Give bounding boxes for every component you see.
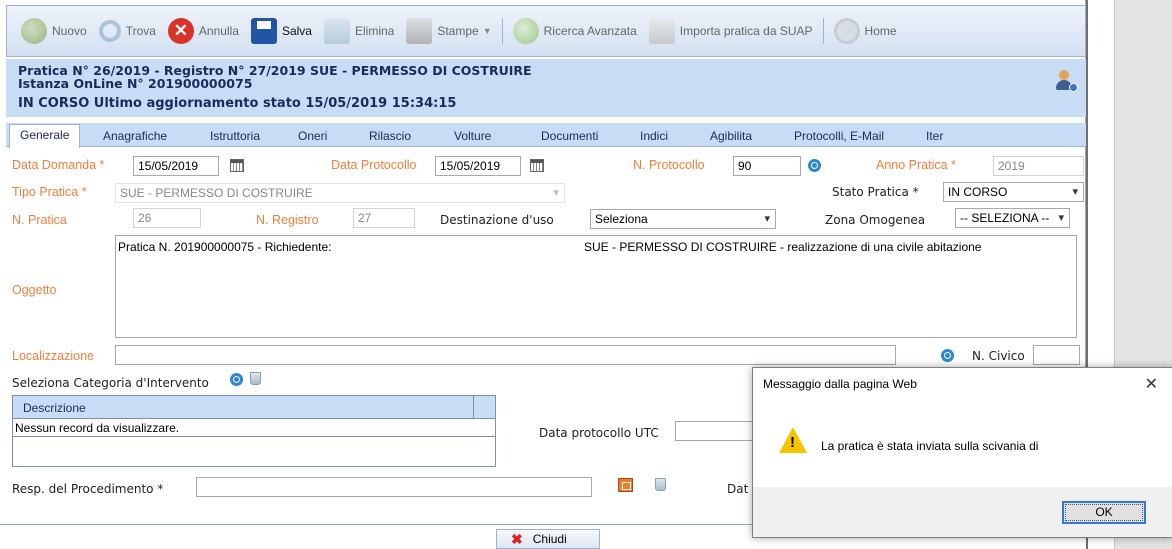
tipo-pratica-label: Tipo Pratica * [12,185,87,199]
trash-icon [323,18,350,44]
dialog-message: La pratica è stata inviata sulla scivani… [821,439,1039,453]
calendar-icon[interactable] [230,159,244,172]
search-icon [98,20,121,42]
calendar-icon[interactable] [530,159,544,172]
oggetto-text-right: SUE - PERMESSO DI COSTRUIRE - realizzazi… [584,240,982,254]
organization-icon[interactable] [618,478,633,492]
n-civico-label: N. Civico [972,349,1025,363]
tab-indici[interactable]: Indici [640,127,668,147]
n-pratica-label: N. Pratica [12,213,67,227]
anno-pratica-label: Anno Pratica * [876,158,956,172]
save-icon [250,18,277,44]
tipo-pratica-select[interactable]: SUE - PERMESSO DI COSTRUIRE [115,183,565,203]
tab-agibilita[interactable]: Agibilita [710,127,752,147]
n-protocollo-field[interactable]: 90 [733,156,801,176]
zona-omogenea-label: Zona Omogenea [825,213,926,227]
data-label-partial: Dat [727,482,749,496]
cancel-icon: ✕ [167,18,194,44]
data-utc-field[interactable] [675,421,755,441]
tab-oneri[interactable]: Oneri [298,127,327,147]
trash-icon[interactable] [250,372,261,385]
data-domanda-label: Data Domanda * [12,158,105,172]
toolbar: Nuovo Trova ✕ Annulla Salva Elimina Stamp… [6,5,1086,57]
message-dialog: Messaggio dalla pagina Web ✕ ! La pratic… [752,367,1172,538]
save-button[interactable]: Salva [245,11,318,51]
toolbar-separator [501,18,503,44]
import-suap-button[interactable]: Importa pratica da SUAP [643,11,819,51]
print-icon [406,18,433,44]
search-icon[interactable] [941,349,954,362]
n-protocollo-label: N. Protocollo [633,158,705,172]
data-protocollo-field[interactable]: 15/05/2019 [435,156,521,176]
tab-protocolli[interactable]: Protocolli, E-Mail [794,127,884,147]
data-domanda-field[interactable]: 15/05/2019 [133,156,219,176]
grid-header: Descrizione [13,396,495,419]
tab-rilascio[interactable]: Rilascio [369,127,411,147]
resp-procedimento-label: Resp. del Procedimento * [12,482,164,496]
ok-button[interactable]: OK [1062,501,1146,524]
practice-header: Pratica N° 26/2019 - Registro N° 27/2019… [6,59,1086,117]
n-registro-field[interactable]: 27 [353,208,415,228]
tab-istruttoria[interactable]: Istruttoria [210,127,260,147]
localizzazione-label: Localizzazione [12,349,94,363]
tab-anagrafiche[interactable]: Anagrafiche [103,127,167,147]
home-button[interactable]: Home [828,11,903,51]
close-icon: ✖ [511,530,523,547]
delete-button[interactable]: Elimina [318,11,400,51]
home-icon [833,18,860,44]
tab-volture[interactable]: Volture [454,127,491,147]
close-button[interactable]: ✖ Chiudi [496,529,600,549]
search-icon[interactable] [230,373,243,386]
chevron-down-icon: ▼ [482,26,492,36]
dialog-close-icon[interactable]: ✕ [1145,374,1158,394]
destinazione-label: Destinazione d'uso [440,213,554,227]
stato-pratica-select[interactable]: IN CORSO [943,182,1084,202]
user-info-icon[interactable] [1056,70,1078,92]
oggetto-text-left: Pratica N. 201900000075 - Richiedente: [118,240,332,254]
data-utc-label: Data protocollo UTC [539,426,659,440]
grid-empty-row: Nessun record da visualizzare. [13,419,495,437]
import-icon [648,18,675,44]
search-icon[interactable] [808,159,821,172]
toolbar-separator [822,18,824,44]
oggetto-label: Oggetto [12,283,57,297]
categoria-grid: Descrizione Nessun record da visualizzar… [12,395,496,467]
data-protocollo-label: Data Protocollo [331,158,417,172]
resp-procedimento-field[interactable] [196,477,592,497]
zona-omogenea-select[interactable]: -- SELEZIONA -- [955,208,1070,228]
tab-bar: Generale Anagrafiche Istruttoria Oneri R… [6,123,1086,148]
header-status: IN CORSO Ultimo aggiornamento stato 15/0… [18,96,457,111]
oggetto-textarea[interactable]: Pratica N. 201900000075 - Richiedente: S… [115,235,1077,338]
n-registro-label: N. Registro [256,213,319,227]
tab-generale[interactable]: Generale [9,124,81,148]
stato-pratica-label: Stato Pratica * [832,185,919,199]
anno-pratica-field[interactable]: 2019 [993,156,1084,176]
n-civico-field[interactable] [1033,345,1080,365]
new-button[interactable]: Nuovo [15,11,93,51]
advanced-search-button[interactable]: Ricerca Avanzata [507,11,643,51]
find-button[interactable]: Trova [93,11,162,51]
tab-iter[interactable]: Iter [926,127,943,147]
advanced-search-icon [512,18,539,44]
destinazione-select[interactable]: Seleziona [590,209,776,229]
add-icon [21,18,47,44]
dialog-title: Messaggio dalla pagina Web [763,377,917,391]
cancel-button[interactable]: ✕ Annulla [162,11,245,51]
header-instance: Istanza OnLine N° 201900000075 [18,76,253,91]
trash-icon[interactable] [655,478,666,491]
categoria-label: Seleziona Categoria d'Intervento [12,376,209,390]
localizzazione-field[interactable] [115,345,896,365]
tab-documenti[interactable]: Documenti [541,127,598,147]
print-button[interactable]: Stampe ▼ [400,11,497,51]
grid-column-descrizione[interactable]: Descrizione [23,401,86,415]
n-pratica-field[interactable]: 26 [133,208,201,228]
